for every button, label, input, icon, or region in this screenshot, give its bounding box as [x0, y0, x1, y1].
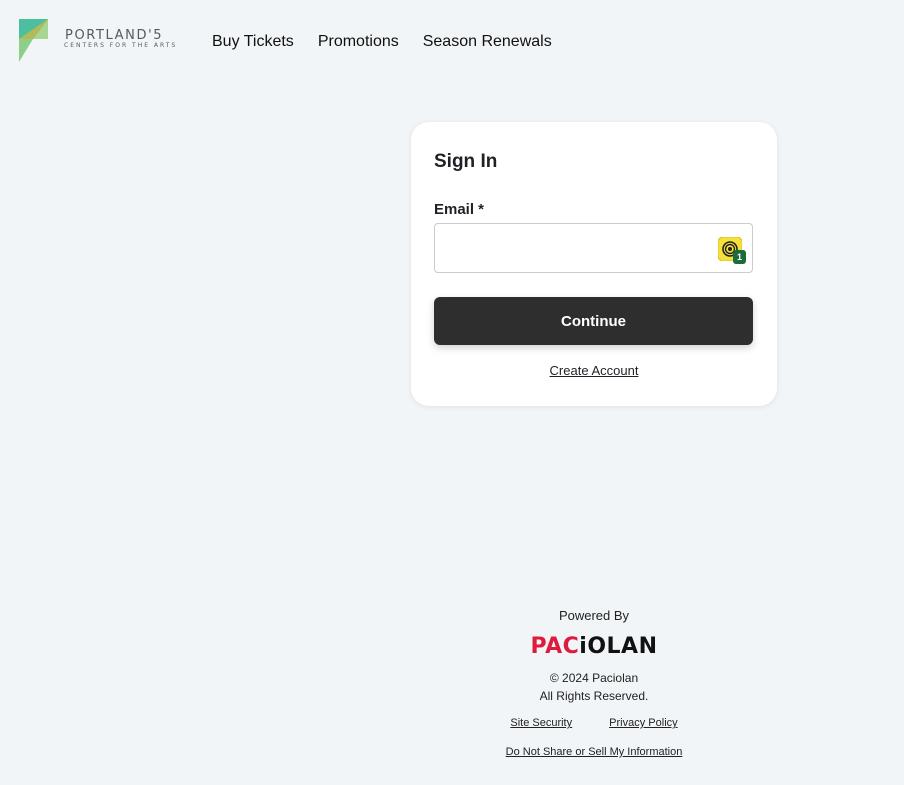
copyright-text: © 2024 Paciolan All Rights Reserved. [411, 669, 777, 705]
email-input[interactable] [435, 224, 752, 272]
footer-links: Site Security Privacy Policy [411, 717, 777, 729]
copyright-line: © 2024 Paciolan [549, 671, 639, 685]
logo-title: PORTLAND'5 [65, 28, 164, 43]
nav-buy-tickets[interactable]: Buy Tickets [212, 33, 294, 51]
signin-title: Sign In [434, 151, 498, 172]
do-not-sell-link[interactable]: Do Not Share or Sell My Information [506, 746, 683, 758]
site-header: PORTLAND'5 CENTERS FOR THE ARTS Buy Tick… [0, 0, 904, 84]
signin-card: Sign In Email * 1 Continue Create Accoun… [411, 122, 777, 406]
email-label: Email * [434, 201, 485, 218]
logo-subtitle: CENTERS FOR THE ARTS [64, 42, 178, 49]
create-account-container: Create Account [411, 363, 777, 378]
paciolan-logo-black: iOLAN [579, 634, 658, 659]
create-account-link[interactable]: Create Account [550, 363, 639, 378]
rights-line: All Rights Reserved. [539, 689, 649, 703]
footer-links-secondary: Do Not Share or Sell My Information [411, 746, 777, 758]
email-field-wrapper: 1 [434, 223, 753, 273]
paciolan-logo: PACiOLAN [411, 634, 777, 660]
continue-button[interactable]: Continue [434, 297, 753, 345]
nav-season-renewals[interactable]: Season Renewals [423, 33, 552, 51]
powered-by-label: Powered By [558, 608, 630, 623]
site-footer: Powered By PACiOLAN © 2024 Paciolan All … [411, 607, 777, 758]
paciolan-logo-red: PAC [530, 634, 580, 659]
privacy-policy-link[interactable]: Privacy Policy [609, 717, 677, 729]
nav-promotions[interactable]: Promotions [318, 33, 399, 51]
main-nav: Buy Tickets Promotions Season Renewals [212, 33, 576, 51]
site-security-link[interactable]: Site Security [510, 717, 572, 729]
password-manager-count-badge: 1 [733, 250, 746, 264]
logo-mark-icon [19, 19, 48, 62]
portland5-logo[interactable]: PORTLAND'5 CENTERS FOR THE ARTS [19, 19, 179, 63]
